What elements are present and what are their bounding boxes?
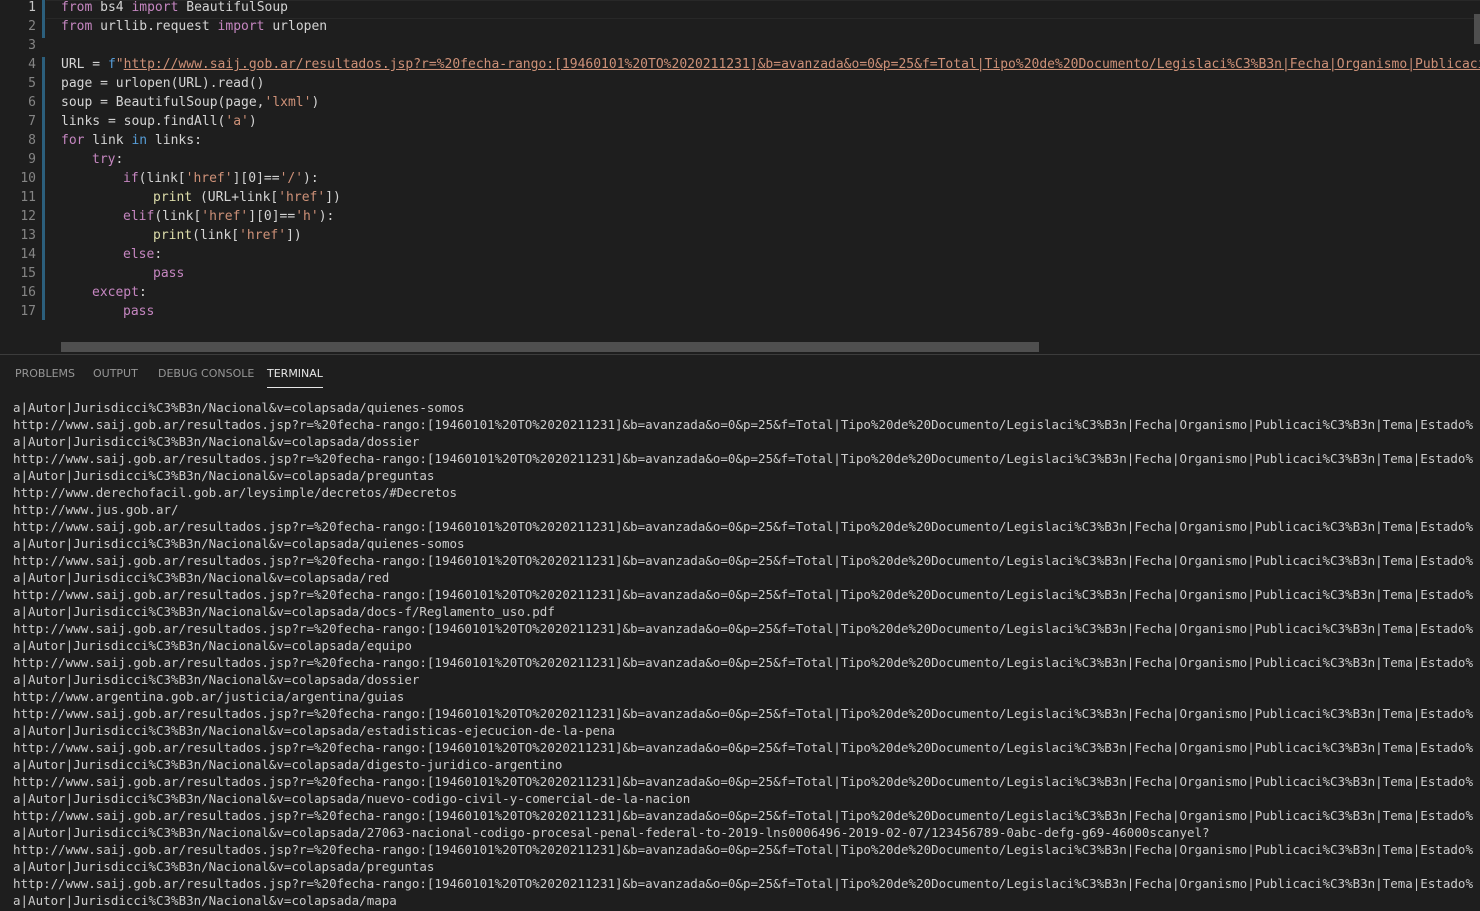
terminal-line: a|Autor|Jurisdicci%C3%B3n/Nacional&v=col…	[13, 825, 1210, 840]
code-line: pass	[123, 304, 155, 319]
line-number: 5	[28, 76, 36, 91]
line-number: 15	[20, 266, 36, 281]
terminal-line: a|Autor|Jurisdicci%C3%B3n/Nacional&v=col…	[13, 604, 555, 619]
terminal-line: http://www.saij.gob.ar/resultados.jsp?r=…	[13, 587, 1473, 602]
vertical-scrollbar[interactable]	[1474, 14, 1480, 44]
tab-problems[interactable]: PROBLEMS	[15, 367, 75, 387]
terminal-line: http://www.saij.gob.ar/resultados.jsp?r=…	[13, 706, 1473, 721]
code-line: from urllib.request import urlopen	[61, 19, 328, 34]
line-number: 12	[20, 209, 36, 224]
line-number: 1	[28, 0, 36, 15]
terminal-line: http://www.saij.gob.ar/resultados.jsp?r=…	[13, 621, 1473, 636]
terminal-line: http://www.saij.gob.ar/resultados.jsp?r=…	[13, 740, 1473, 755]
code-line: if(link['href'][0]=='/'):	[123, 171, 319, 186]
code-line: for link in links:	[61, 133, 202, 148]
tab-debug-console[interactable]: DEBUG CONSOLE	[158, 367, 254, 387]
code-line: except:	[92, 285, 147, 300]
line-number: 14	[20, 247, 36, 262]
code-line: URL = f"http://www.saij.gob.ar/resultado…	[61, 55, 1480, 74]
tab-terminal[interactable]: TERMINAL	[267, 367, 323, 388]
line-number: 9	[28, 152, 36, 167]
terminal-line: http://www.saij.gob.ar/resultados.jsp?r=…	[13, 808, 1473, 823]
terminal-output[interactable]: a|Autor|Jurisdicci%C3%B3n/Nacional&v=col…	[13, 399, 1473, 909]
url-string-link: http://www.saij.gob.ar/resultados.jsp?r=…	[123, 57, 1480, 72]
code-line: page = urlopen(URL).read()	[61, 76, 265, 91]
tab-output[interactable]: OUTPUT	[93, 367, 138, 387]
terminal-line: a|Autor|Jurisdicci%C3%B3n/Nacional&v=col…	[13, 638, 412, 653]
terminal-line: a|Autor|Jurisdicci%C3%B3n/Nacional&v=col…	[13, 723, 616, 738]
code-line: print(link['href'])	[153, 228, 302, 243]
line-number: 3	[28, 38, 36, 53]
terminal-line: http://www.saij.gob.ar/resultados.jsp?r=…	[13, 553, 1473, 568]
code-editor[interactable]: 1 2 3 4 5 6 7 8 9 10 11 12 13 14 15 16 1…	[0, 0, 1480, 355]
line-number: 4	[28, 57, 36, 72]
line-number: 16	[20, 285, 36, 300]
terminal-line: a|Autor|Jurisdicci%C3%B3n/Nacional&v=col…	[13, 859, 435, 874]
terminal-line: a|Autor|Jurisdicci%C3%B3n/Nacional&v=col…	[13, 400, 465, 415]
line-number: 17	[20, 304, 36, 319]
terminal-line: http://www.argentina.gob.ar/justicia/arg…	[13, 689, 405, 704]
line-number: 11	[20, 190, 36, 205]
code-line: from bs4 import BeautifulSoup	[61, 0, 288, 15]
terminal-line: http://www.saij.gob.ar/resultados.jsp?r=…	[13, 451, 1473, 466]
terminal-line: a|Autor|Jurisdicci%C3%B3n/Nacional&v=col…	[13, 757, 563, 772]
bottom-panel: PROBLEMS OUTPUT DEBUG CONSOLE TERMINAL a…	[0, 354, 1480, 911]
line-number-gutter: 1 2 3 4 5 6 7 8 9 10 11 12 13 14 15 16 1…	[0, 0, 46, 340]
horizontal-scrollbar[interactable]	[61, 342, 1039, 352]
line-number: 13	[20, 228, 36, 243]
terminal-line: http://www.saij.gob.ar/resultados.jsp?r=…	[13, 876, 1473, 891]
terminal-line: http://www.saij.gob.ar/resultados.jsp?r=…	[13, 655, 1473, 670]
code-line: try:	[92, 152, 124, 167]
line-number: 10	[20, 171, 36, 186]
terminal-line: a|Autor|Jurisdicci%C3%B3n/Nacional&v=col…	[13, 468, 435, 483]
terminal-line: http://www.saij.gob.ar/resultados.jsp?r=…	[13, 774, 1473, 789]
terminal-line: a|Autor|Jurisdicci%C3%B3n/Nacional&v=col…	[13, 893, 397, 908]
line-number: 2	[28, 19, 36, 34]
terminal-line: http://www.saij.gob.ar/resultados.jsp?r=…	[13, 417, 1473, 432]
panel-tabs: PROBLEMS OUTPUT DEBUG CONSOLE TERMINAL	[0, 355, 1480, 391]
code-line: elif(link['href'][0]=='h'):	[123, 209, 335, 224]
terminal-line: a|Autor|Jurisdicci%C3%B3n/Nacional&v=col…	[13, 791, 691, 806]
code-line: print (URL+link['href'])	[153, 190, 341, 205]
terminal-line: a|Autor|Jurisdicci%C3%B3n/Nacional&v=col…	[13, 570, 390, 585]
line-number: 7	[28, 114, 36, 129]
code-line: pass	[153, 266, 185, 281]
terminal-line: http://www.derechofacil.gob.ar/leysimple…	[13, 485, 458, 500]
terminal-line: http://www.jus.gob.ar/	[13, 502, 179, 517]
code-line: soup = BeautifulSoup(page,'lxml')	[61, 95, 320, 110]
line-number: 8	[28, 133, 36, 148]
code-line: links = soup.findAll('a')	[61, 114, 257, 129]
terminal-line: a|Autor|Jurisdicci%C3%B3n/Nacional&v=col…	[13, 434, 420, 449]
terminal-line: a|Autor|Jurisdicci%C3%B3n/Nacional&v=col…	[13, 536, 465, 551]
terminal-line: http://www.saij.gob.ar/resultados.jsp?r=…	[13, 842, 1473, 857]
terminal-line: a|Autor|Jurisdicci%C3%B3n/Nacional&v=col…	[13, 672, 420, 687]
code-text-area[interactable]: from bs4 import BeautifulSoup from urlli…	[61, 0, 1480, 340]
line-number: 6	[28, 95, 36, 110]
code-line: else:	[123, 247, 163, 262]
terminal-line: http://www.saij.gob.ar/resultados.jsp?r=…	[13, 519, 1473, 534]
